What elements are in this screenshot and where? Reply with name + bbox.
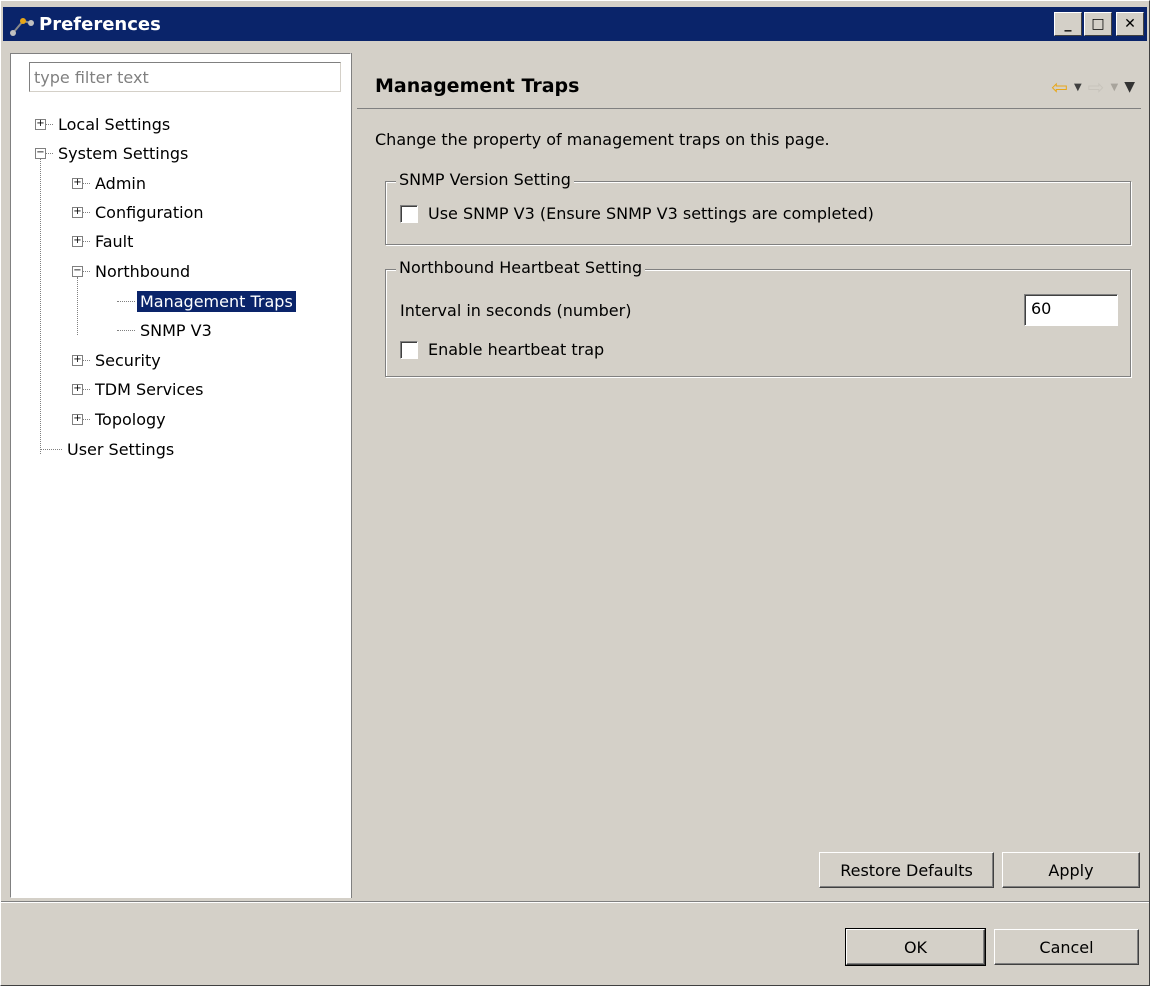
expand-icon[interactable]: + <box>72 206 83 218</box>
tree-connector <box>83 359 90 361</box>
tree-item-system-settings[interactable]: − System Settings <box>35 140 191 166</box>
tree-item-user-settings[interactable]: User Settings <box>40 436 177 462</box>
window-controls: _ □ ✕ <box>1054 12 1144 36</box>
snmp-version-group: SNMP Version Setting Use SNMP V3 (Ensure… <box>385 170 1131 245</box>
page-header: Management Traps ⇦ ▼ ⇨ ▼ ▼ <box>357 61 1141 109</box>
forward-history-dropdown-icon[interactable]: ▼ <box>1111 82 1119 93</box>
preference-tree: + Local Settings − System Settings + Adm… <box>11 54 350 897</box>
checkbox-label: Use SNMP V3 (Ensure SNMP V3 settings are… <box>428 204 874 223</box>
window-title: Preferences <box>39 13 161 35</box>
ok-button[interactable]: OK <box>845 928 986 966</box>
restore-defaults-button[interactable]: Restore Defaults <box>819 852 994 888</box>
page-nav-toolbar: ⇦ ▼ ⇨ ▼ ▼ <box>1051 77 1135 97</box>
tree-item-label: Fault <box>95 231 134 251</box>
preference-tree-pane: + Local Settings − System Settings + Adm… <box>10 53 351 898</box>
expand-icon[interactable]: + <box>72 354 83 366</box>
tree-item-snmp-v3[interactable]: SNMP V3 <box>117 317 215 343</box>
expand-icon[interactable]: + <box>72 235 83 247</box>
collapse-icon[interactable]: − <box>72 265 83 277</box>
tree-item-fault[interactable]: + Fault <box>72 228 136 254</box>
tree-item-label: Local Settings <box>58 114 171 134</box>
enable-heartbeat-option[interactable]: Enable heartbeat trap <box>400 340 604 359</box>
tree-item-northbound[interactable]: − Northbound <box>72 258 193 284</box>
minimize-icon: _ <box>1064 16 1072 32</box>
tree-item-label: TDM Services <box>95 379 204 399</box>
pane-splitter[interactable] <box>351 53 355 898</box>
close-icon: ✕ <box>1124 16 1136 32</box>
expand-icon[interactable]: + <box>72 383 83 395</box>
footer-separator <box>1 901 1149 903</box>
group-legend: Northbound Heartbeat Setting <box>396 258 646 277</box>
tree-item-label: User Settings <box>67 439 175 459</box>
tree-item-label: SNMP V3 <box>140 320 212 340</box>
tree-connector <box>40 158 41 454</box>
page-title: Management Traps <box>375 75 580 97</box>
tree-item-label: System Settings <box>58 143 189 163</box>
expand-icon[interactable]: + <box>35 118 46 130</box>
tree-connector <box>46 123 53 125</box>
maximize-icon: □ <box>1091 16 1105 32</box>
tree-item-management-traps[interactable]: Management Traps <box>117 288 296 314</box>
preferences-app-icon <box>9 11 35 37</box>
tree-connector <box>117 300 135 302</box>
tree-item-tdm-services[interactable]: + TDM Services <box>72 376 206 402</box>
interval-input[interactable]: 60 <box>1024 294 1118 326</box>
enable-heartbeat-checkbox[interactable] <box>400 340 418 359</box>
tree-connector <box>117 329 135 331</box>
tree-connector <box>77 277 78 335</box>
page-description: Change the property of management traps … <box>375 130 830 149</box>
view-menu-icon[interactable]: ▼ <box>1124 79 1135 95</box>
tree-connector <box>83 211 90 213</box>
tree-connector <box>83 270 90 272</box>
use-snmp-v3-checkbox[interactable] <box>400 204 418 223</box>
back-arrow-icon[interactable]: ⇦ <box>1051 77 1068 97</box>
tree-item-topology[interactable]: + Topology <box>72 406 169 432</box>
close-button[interactable]: ✕ <box>1116 12 1144 36</box>
cancel-button[interactable]: Cancel <box>994 929 1139 965</box>
preferences-dialog: Preferences _ □ ✕ + Local Settings <box>0 0 1150 986</box>
tree-item-label: Management Traps <box>137 290 296 312</box>
tree-item-security[interactable]: + Security <box>72 347 164 373</box>
tree-item-local-settings[interactable]: + Local Settings <box>35 111 173 137</box>
maximize-button[interactable]: □ <box>1084 12 1112 36</box>
apply-button[interactable]: Apply <box>1002 852 1140 888</box>
tree-item-label: Security <box>95 350 161 370</box>
interval-label: Interval in seconds (number) <box>400 301 632 320</box>
use-snmp-v3-option[interactable]: Use SNMP V3 (Ensure SNMP V3 settings are… <box>400 204 874 223</box>
tree-connector <box>83 240 90 242</box>
back-history-dropdown-icon[interactable]: ▼ <box>1074 82 1082 93</box>
tree-connector <box>83 182 90 184</box>
tree-item-label: Admin <box>95 173 146 193</box>
tree-connector <box>46 152 53 154</box>
tree-item-label: Northbound <box>95 261 191 281</box>
minimize-button[interactable]: _ <box>1054 12 1082 36</box>
title-bar[interactable]: Preferences _ □ ✕ <box>3 7 1147 41</box>
tree-connector <box>83 418 90 420</box>
expand-icon[interactable]: + <box>72 413 83 425</box>
tree-item-label: Configuration <box>95 202 204 222</box>
tree-connector <box>40 448 62 450</box>
tree-item-label: Topology <box>95 409 166 429</box>
tree-item-admin[interactable]: + Admin <box>72 170 149 196</box>
forward-arrow-icon[interactable]: ⇨ <box>1088 77 1105 97</box>
collapse-icon[interactable]: − <box>35 147 46 159</box>
checkbox-label: Enable heartbeat trap <box>428 340 605 359</box>
group-legend: SNMP Version Setting <box>396 170 574 189</box>
tree-item-configuration[interactable]: + Configuration <box>72 199 207 225</box>
northbound-heartbeat-group: Northbound Heartbeat Setting Interval in… <box>385 258 1131 377</box>
expand-icon[interactable]: + <box>72 177 83 189</box>
tree-connector <box>83 388 90 390</box>
